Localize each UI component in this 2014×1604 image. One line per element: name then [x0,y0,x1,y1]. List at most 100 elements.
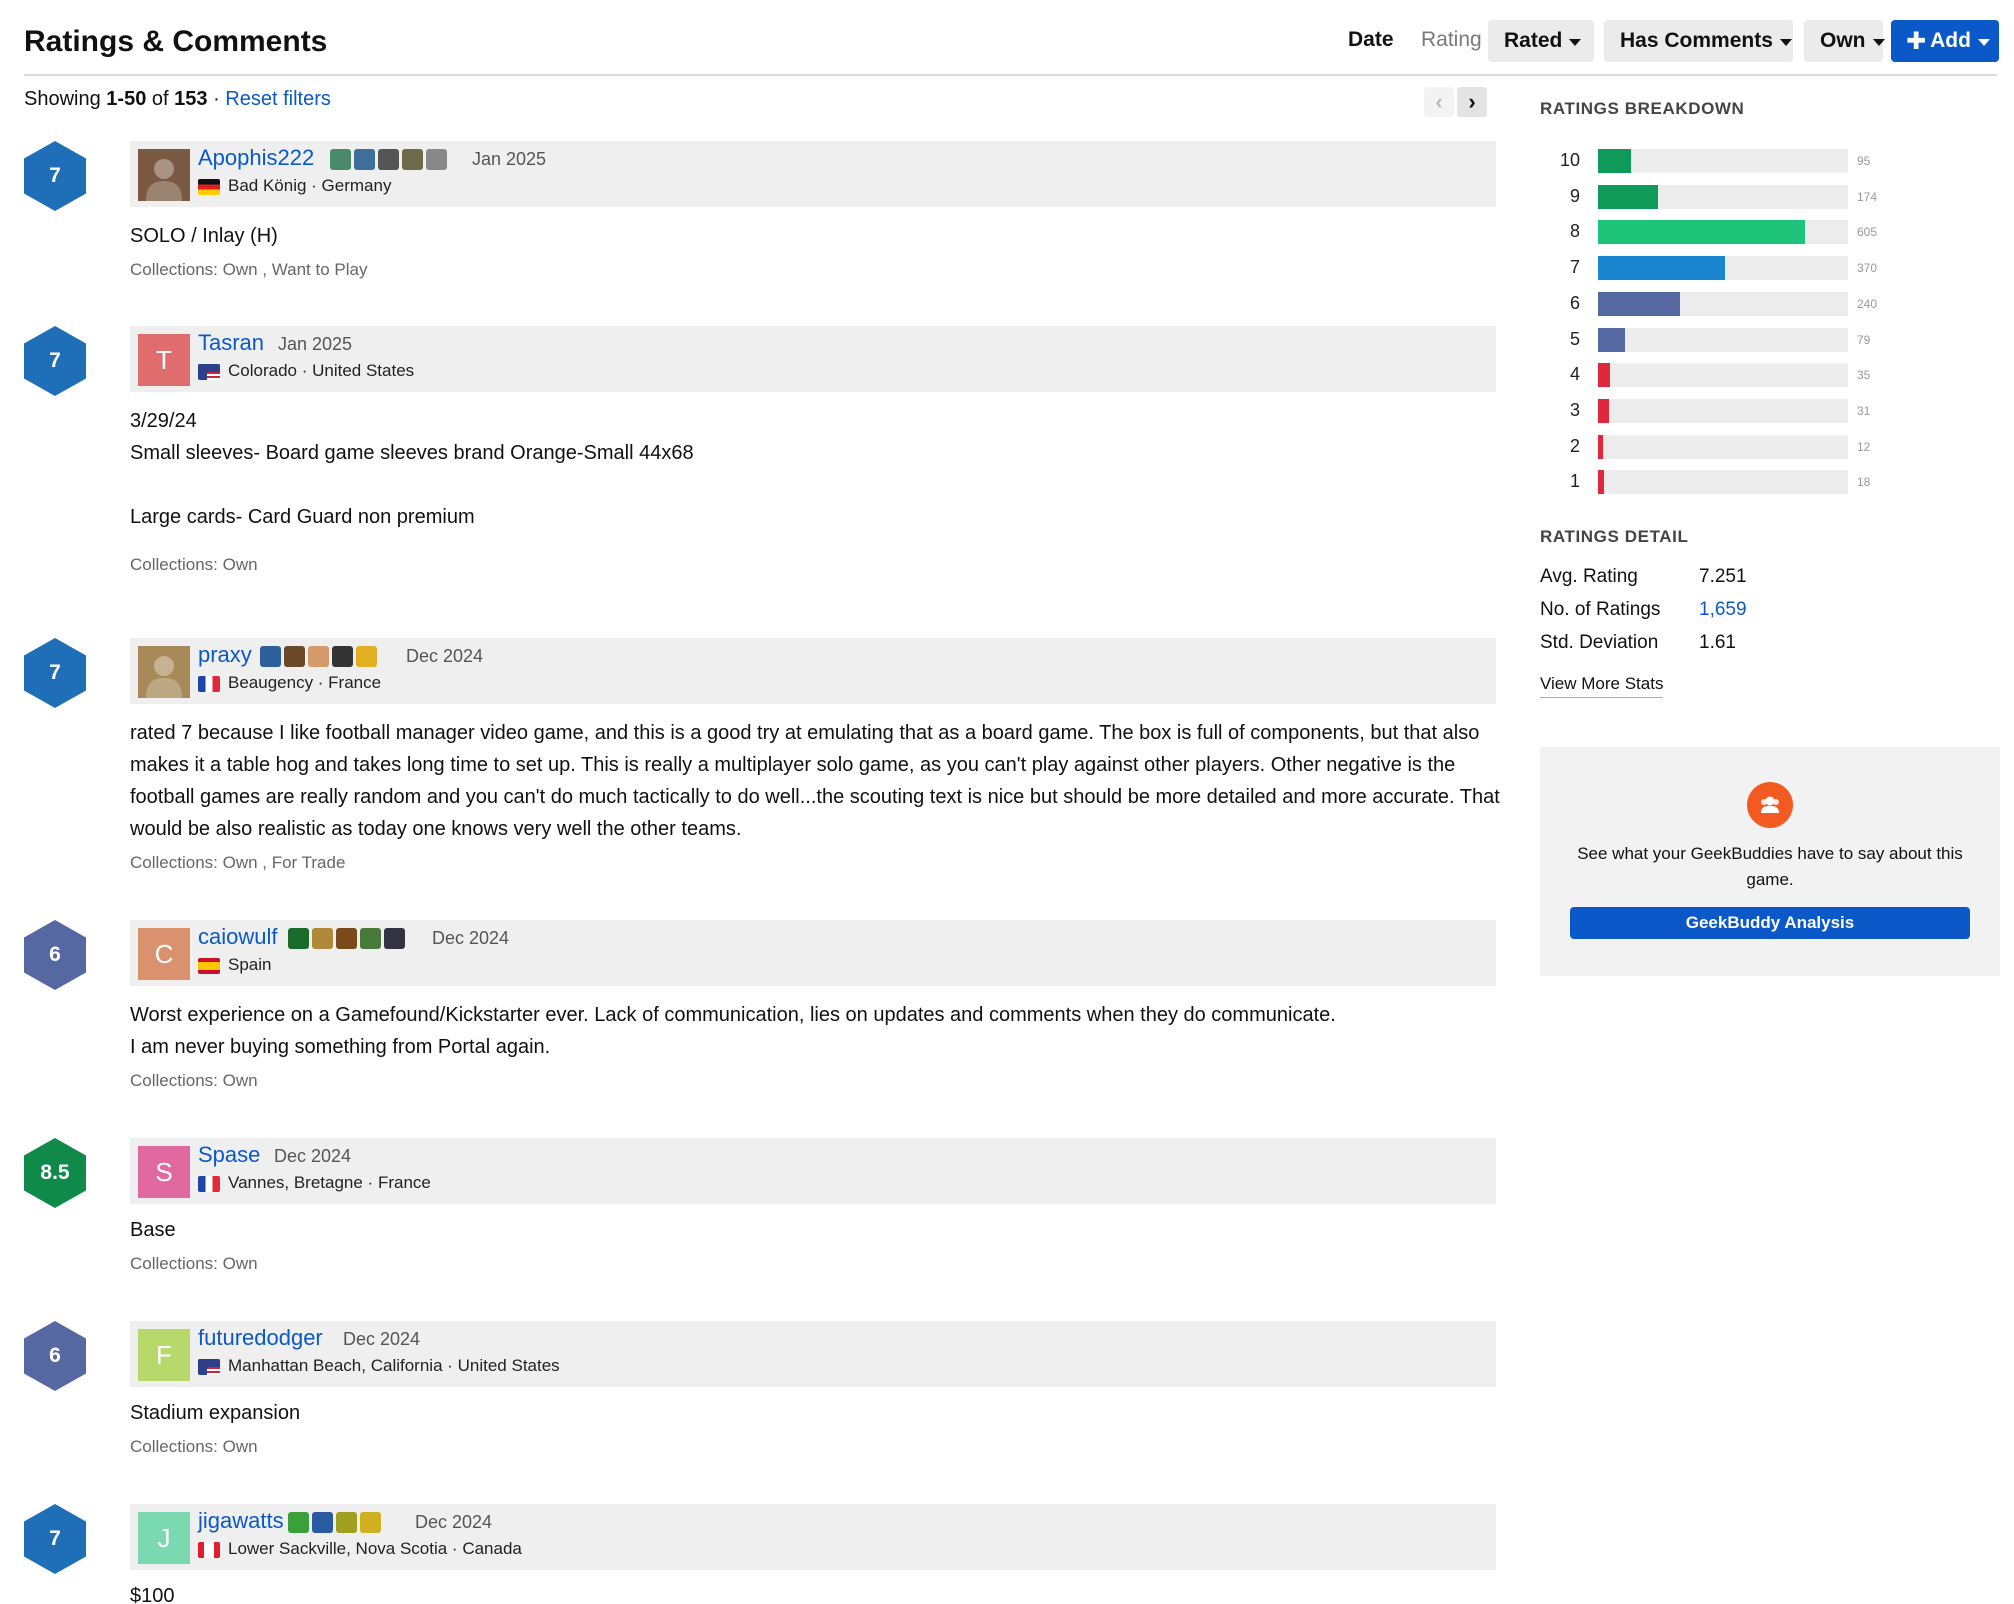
reset-filters-link[interactable]: Reset filters [225,88,331,110]
badge-icon[interactable] [330,149,351,170]
comment-date: Dec 2024 [343,1329,421,1349]
avatar[interactable] [138,646,190,698]
showing-of: of [151,88,169,110]
prev-page-button[interactable]: ‹ [1424,87,1454,117]
badge-icon[interactable] [378,149,399,170]
badge-icon[interactable] [312,928,333,949]
rating-bar-count: 605 [1857,225,1878,240]
rating-bar-track [1598,291,1848,316]
comment-collections: Collections: Own [130,555,258,574]
badge-icon[interactable] [360,1512,381,1533]
comment-line: SOLO / Inlay (H) [130,225,278,247]
rating-bar-count: 12 [1857,439,1871,454]
badge-icon[interactable] [336,928,357,949]
username-link[interactable]: Tasran [198,330,264,356]
badge-icon[interactable] [288,1512,309,1533]
rating-bar-fill [1598,363,1610,388]
filter-has-comments-label: Has Comments [1620,29,1773,52]
badge-icon[interactable] [308,646,329,667]
rating-bar-row: 6 240 [1540,291,1877,317]
rating-bar-count: 18 [1857,475,1871,490]
comment-text: $100 [130,1580,1500,1604]
filter-rated-button[interactable]: Rated [1488,20,1594,62]
showing-prefix: Showing [24,88,101,110]
comment-text: rated 7 because I like football manager … [130,717,1500,845]
badge-icon[interactable] [402,149,423,170]
showing-range: 1-50 [106,88,147,110]
comment-line: Large cards- Card Guard non premium [130,506,475,528]
caret-down-icon [1872,38,1885,46]
comment-header: S Spase Dec 2024 Vannes, Bretagne · France [130,1138,1496,1204]
rating-bar-fill [1598,327,1626,352]
username-link[interactable]: caiowulf [198,924,277,950]
rating-hexagon: 8.5 [24,1138,86,1208]
avatar[interactable]: F [138,1329,190,1381]
rating-hexagon: 6 [24,920,86,990]
rating-bar-track [1598,184,1848,209]
badge-icon[interactable] [354,149,375,170]
rating-bar-count: 174 [1857,189,1878,204]
comment-line: I am never buying something from Portal … [130,1036,551,1058]
rating-bar-label: 6 [1569,292,1580,313]
rating-bar-track [1598,470,1848,495]
sort-by-date[interactable]: Date [1348,28,1394,52]
comment-line: Small sleeves- Board game sleeves brand … [130,442,694,464]
plus-icon: ✚ [1906,27,1927,55]
ratings-detail-title: RATINGS DETAIL [1540,527,1689,546]
comment-header: praxy Dec 2024 Beaugency · France [130,638,1496,704]
next-page-button[interactable]: › [1457,87,1487,117]
comment-date: Dec 2024 [274,1146,352,1166]
rating-hexagon: 6 [24,1321,86,1391]
badge-icon[interactable] [312,1512,333,1533]
badge-icon[interactable] [356,646,377,667]
geekbuddy-icon [1747,782,1793,828]
avatar[interactable]: T [138,334,190,386]
rating-bar-track [1598,363,1848,388]
comment-date: Dec 2024 [432,928,510,948]
username-link[interactable]: praxy [198,642,252,668]
username-link[interactable]: jigawatts [198,1508,284,1534]
username-link[interactable]: Spase [198,1142,260,1168]
flag-france-icon [198,1176,220,1192]
rating-bar-row: 9 174 [1540,184,1877,210]
badge-icon[interactable] [284,646,305,667]
filter-has-comments-button[interactable]: Has Comments [1604,20,1793,62]
avatar[interactable]: S [138,1146,190,1198]
rating-bar-label: 8 [1569,221,1580,242]
comment-text: Worst experience on a Gamefound/Kickstar… [130,999,1500,1063]
username-link[interactable]: futuredodger [198,1325,323,1351]
badge-icon[interactable] [426,149,447,170]
badge-icon[interactable] [288,928,309,949]
rating-bar-track [1598,149,1848,173]
results-summary: Showing 1-50 of 153 · Reset filters [24,88,331,111]
rating-hexagon: 7 [24,1504,86,1574]
detail-label: No. of Ratings [1540,599,1661,620]
rating-hexagon: 7 [24,141,86,211]
rating-bar-row: 7 370 [1540,255,1877,281]
view-more-stats-link[interactable]: View More Stats [1540,674,1664,698]
avatar[interactable]: J [138,1512,190,1564]
avatar[interactable] [138,149,190,201]
rating-bar-label: 3 [1569,399,1580,420]
add-button[interactable]: ✚ Add [1891,20,1999,62]
rating-bar-row: 5 79 [1540,327,1870,353]
comment-header: Ccaiowulf Dec 2024 Spain [130,920,1496,986]
rating-bar-label: 2 [1569,435,1580,456]
badge-icon[interactable] [332,646,353,667]
badge-icon[interactable] [260,646,281,667]
geekbuddy-analysis-button[interactable]: GeekBuddy Analysis [1570,907,1970,939]
badge-icon[interactable] [336,1512,357,1533]
rating-bar-row: 10 95 [1540,148,1870,174]
filter-own-button[interactable]: Own [1804,20,1885,62]
avatar[interactable]: C [138,928,190,980]
detail-value[interactable]: 1,659 [1699,599,1747,621]
username-link[interactable]: Apophis222 [198,145,314,171]
comment-line: Base [130,1219,176,1241]
comment-line: Stadium expansion [130,1402,301,1424]
sort-by-rating[interactable]: Rating [1421,28,1482,52]
badge-icon[interactable] [384,928,405,949]
user-badges [288,928,405,949]
badge-icon[interactable] [360,928,381,949]
comment-text: 3/29/24 Small sleeves- Board game sleeves… [130,405,1500,533]
rating-bar-label: 10 [1559,150,1580,170]
